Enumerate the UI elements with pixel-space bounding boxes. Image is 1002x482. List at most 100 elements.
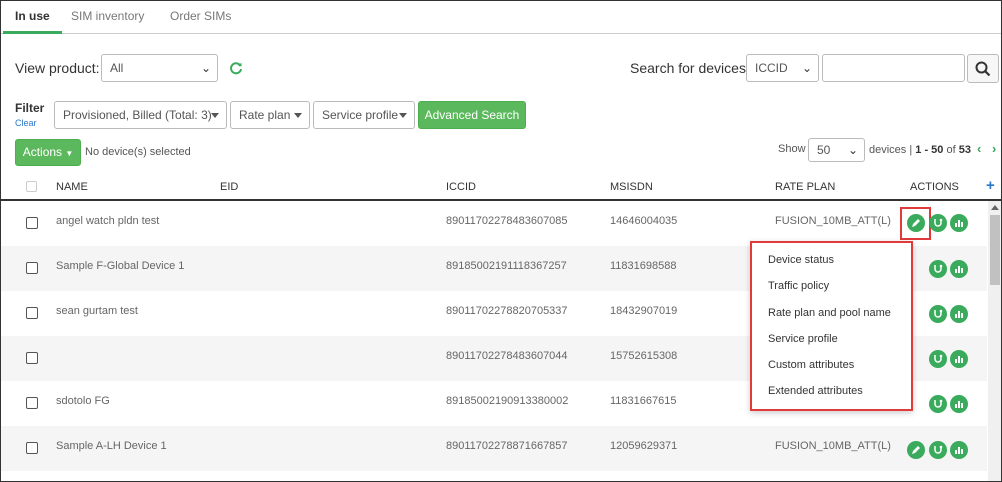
tab-order-sims[interactable]: Order SIMs (158, 1, 243, 34)
caret-down-icon (294, 113, 302, 118)
device-msisdn: 12059629371 (610, 440, 678, 452)
app-frame: In use SIM inventory Order SIMs View pro… (0, 0, 1002, 482)
col-rate-plan[interactable]: RATE PLAN (775, 181, 835, 193)
row-checkbox[interactable] (26, 307, 38, 319)
device-name[interactable]: Sample F-Global Device 1 (56, 260, 184, 272)
stethoscope-icon[interactable] (929, 305, 947, 323)
device-msisdn: 18432907019 (610, 305, 678, 317)
search-devices-label: Search for devices (630, 60, 746, 76)
pagination-text: devices | 1 - 50 of 53 (869, 144, 971, 156)
stethoscope-icon[interactable] (929, 260, 947, 278)
table-row[interactable]: angel watch pldn test 890117022784836070… (1, 201, 987, 246)
device-name[interactable]: sean gurtam test (56, 305, 138, 317)
bar-chart-icon[interactable] (950, 214, 968, 232)
view-product-label: View product: (15, 60, 100, 76)
devices-label: devices | (869, 144, 916, 156)
menu-item-rate-plan-pool[interactable]: Rate plan and pool name (768, 307, 891, 319)
menu-item-extended-attributes[interactable]: Extended attributes (768, 385, 863, 397)
caret-down-icon: ▼ (65, 149, 74, 158)
status-filter-value: Provisioned, Billed (Total: 3) (63, 108, 212, 122)
prev-page-icon[interactable]: ‹ (977, 141, 981, 156)
tab-bar: In use SIM inventory Order SIMs (1, 1, 1001, 34)
table-row[interactable]: Sample A-LH Device 1 8901170227887166785… (1, 426, 987, 471)
caret-down-icon (211, 113, 219, 118)
service-profile-filter-value: Service profile (322, 108, 399, 122)
chevron-down-icon: ⌄ (200, 61, 211, 75)
menu-item-device-status[interactable]: Device status (768, 254, 834, 266)
device-name[interactable]: Sample A-LH Device 1 (56, 440, 167, 452)
view-product-select[interactable]: All ⌄ (101, 54, 218, 82)
search-icon (975, 61, 991, 77)
scroll-up-icon[interactable] (991, 205, 999, 210)
advanced-search-button[interactable]: Advanced Search (418, 101, 526, 129)
device-msisdn: 15752615308 (610, 350, 678, 362)
device-iccid: 89011702278820705337 (446, 305, 568, 317)
device-msisdn: 14646004035 (610, 215, 678, 227)
rate-plan-filter-value: Rate plan (239, 108, 291, 122)
col-eid[interactable]: EID (220, 181, 238, 193)
stethoscope-icon[interactable] (929, 441, 947, 459)
scrollbar-thumb[interactable] (990, 215, 1000, 285)
bar-chart-icon[interactable] (950, 395, 968, 413)
device-iccid: 89011702278483607044 (446, 350, 568, 362)
show-label: Show (778, 143, 806, 155)
menu-item-traffic-policy[interactable]: Traffic policy (768, 280, 829, 292)
device-name[interactable]: sdotolo FG (56, 395, 110, 407)
row-checkbox[interactable] (26, 397, 38, 409)
row-checkbox[interactable] (26, 217, 38, 229)
bar-chart-icon[interactable] (950, 305, 968, 323)
pencil-icon[interactable] (907, 441, 925, 459)
stethoscope-icon[interactable] (929, 395, 947, 413)
device-name[interactable]: angel watch pldn test (56, 215, 159, 227)
col-iccid[interactable]: ICCID (446, 181, 476, 193)
search-field-value: ICCID (755, 61, 788, 75)
per-page-select[interactable]: 50 ⌄ (808, 138, 865, 162)
pencil-icon[interactable] (907, 214, 925, 232)
row-checkbox[interactable] (26, 442, 38, 454)
actions-button[interactable]: Actions ▼ (15, 139, 81, 166)
rate-plan-filter-dropdown[interactable]: Rate plan (230, 101, 310, 129)
refresh-icon[interactable] (229, 61, 243, 75)
edit-action-menu: Device status Traffic policy Rate plan a… (750, 241, 913, 411)
per-page-value: 50 (817, 143, 831, 157)
table-header: NAME EID ICCID MSISDN RATE PLAN ACTIONS (1, 173, 1001, 201)
col-name[interactable]: NAME (56, 181, 88, 193)
device-msisdn: 11831698588 (610, 260, 677, 272)
caret-down-icon (399, 113, 407, 118)
selection-status: No device(s) selected (85, 146, 191, 158)
filter-clear-link[interactable]: Clear (15, 118, 37, 128)
device-rate-plan: FUSION_10MB_ATT(L) (775, 440, 891, 452)
total-count: 53 (958, 144, 971, 156)
status-filter-dropdown[interactable]: Provisioned, Billed (Total: 3) (54, 101, 227, 129)
row-checkbox[interactable] (26, 352, 38, 364)
stethoscope-icon[interactable] (929, 214, 947, 232)
stethoscope-icon[interactable] (929, 350, 947, 368)
device-iccid: 89185002190913380002 (446, 395, 569, 407)
bar-chart-icon[interactable] (950, 260, 968, 278)
col-msisdn[interactable]: MSISDN (610, 181, 653, 193)
search-input[interactable] (822, 54, 965, 82)
filter-title: Filter (15, 101, 45, 115)
device-iccid: 89011702278871667857 (446, 440, 568, 452)
device-rate-plan: FUSION_10MB_ATT(L) (775, 215, 891, 227)
view-product-value: All (110, 61, 124, 75)
bar-chart-icon[interactable] (950, 441, 968, 459)
tab-in-use[interactable]: In use (3, 1, 62, 34)
search-button[interactable] (967, 54, 999, 83)
next-page-icon[interactable]: › (992, 141, 996, 156)
device-msisdn: 11831667615 (610, 395, 677, 407)
device-iccid: 89011702278483607085 (446, 215, 568, 227)
bar-chart-icon[interactable] (950, 350, 968, 368)
col-actions: ACTIONS (910, 181, 959, 193)
device-iccid: 89185002191118367257 (446, 260, 567, 272)
plus-icon[interactable]: + (986, 178, 995, 193)
service-profile-filter-dropdown[interactable]: Service profile (313, 101, 415, 129)
menu-item-service-profile[interactable]: Service profile (768, 333, 838, 345)
select-all-checkbox[interactable] (26, 181, 37, 192)
page-range: 1 - 50 (915, 144, 944, 156)
of-label: of (943, 144, 959, 156)
tab-sim-inventory[interactable]: SIM inventory (59, 1, 156, 34)
menu-item-custom-attributes[interactable]: Custom attributes (768, 359, 854, 371)
row-checkbox[interactable] (26, 262, 38, 274)
search-field-select[interactable]: ICCID ⌄ (746, 54, 819, 82)
